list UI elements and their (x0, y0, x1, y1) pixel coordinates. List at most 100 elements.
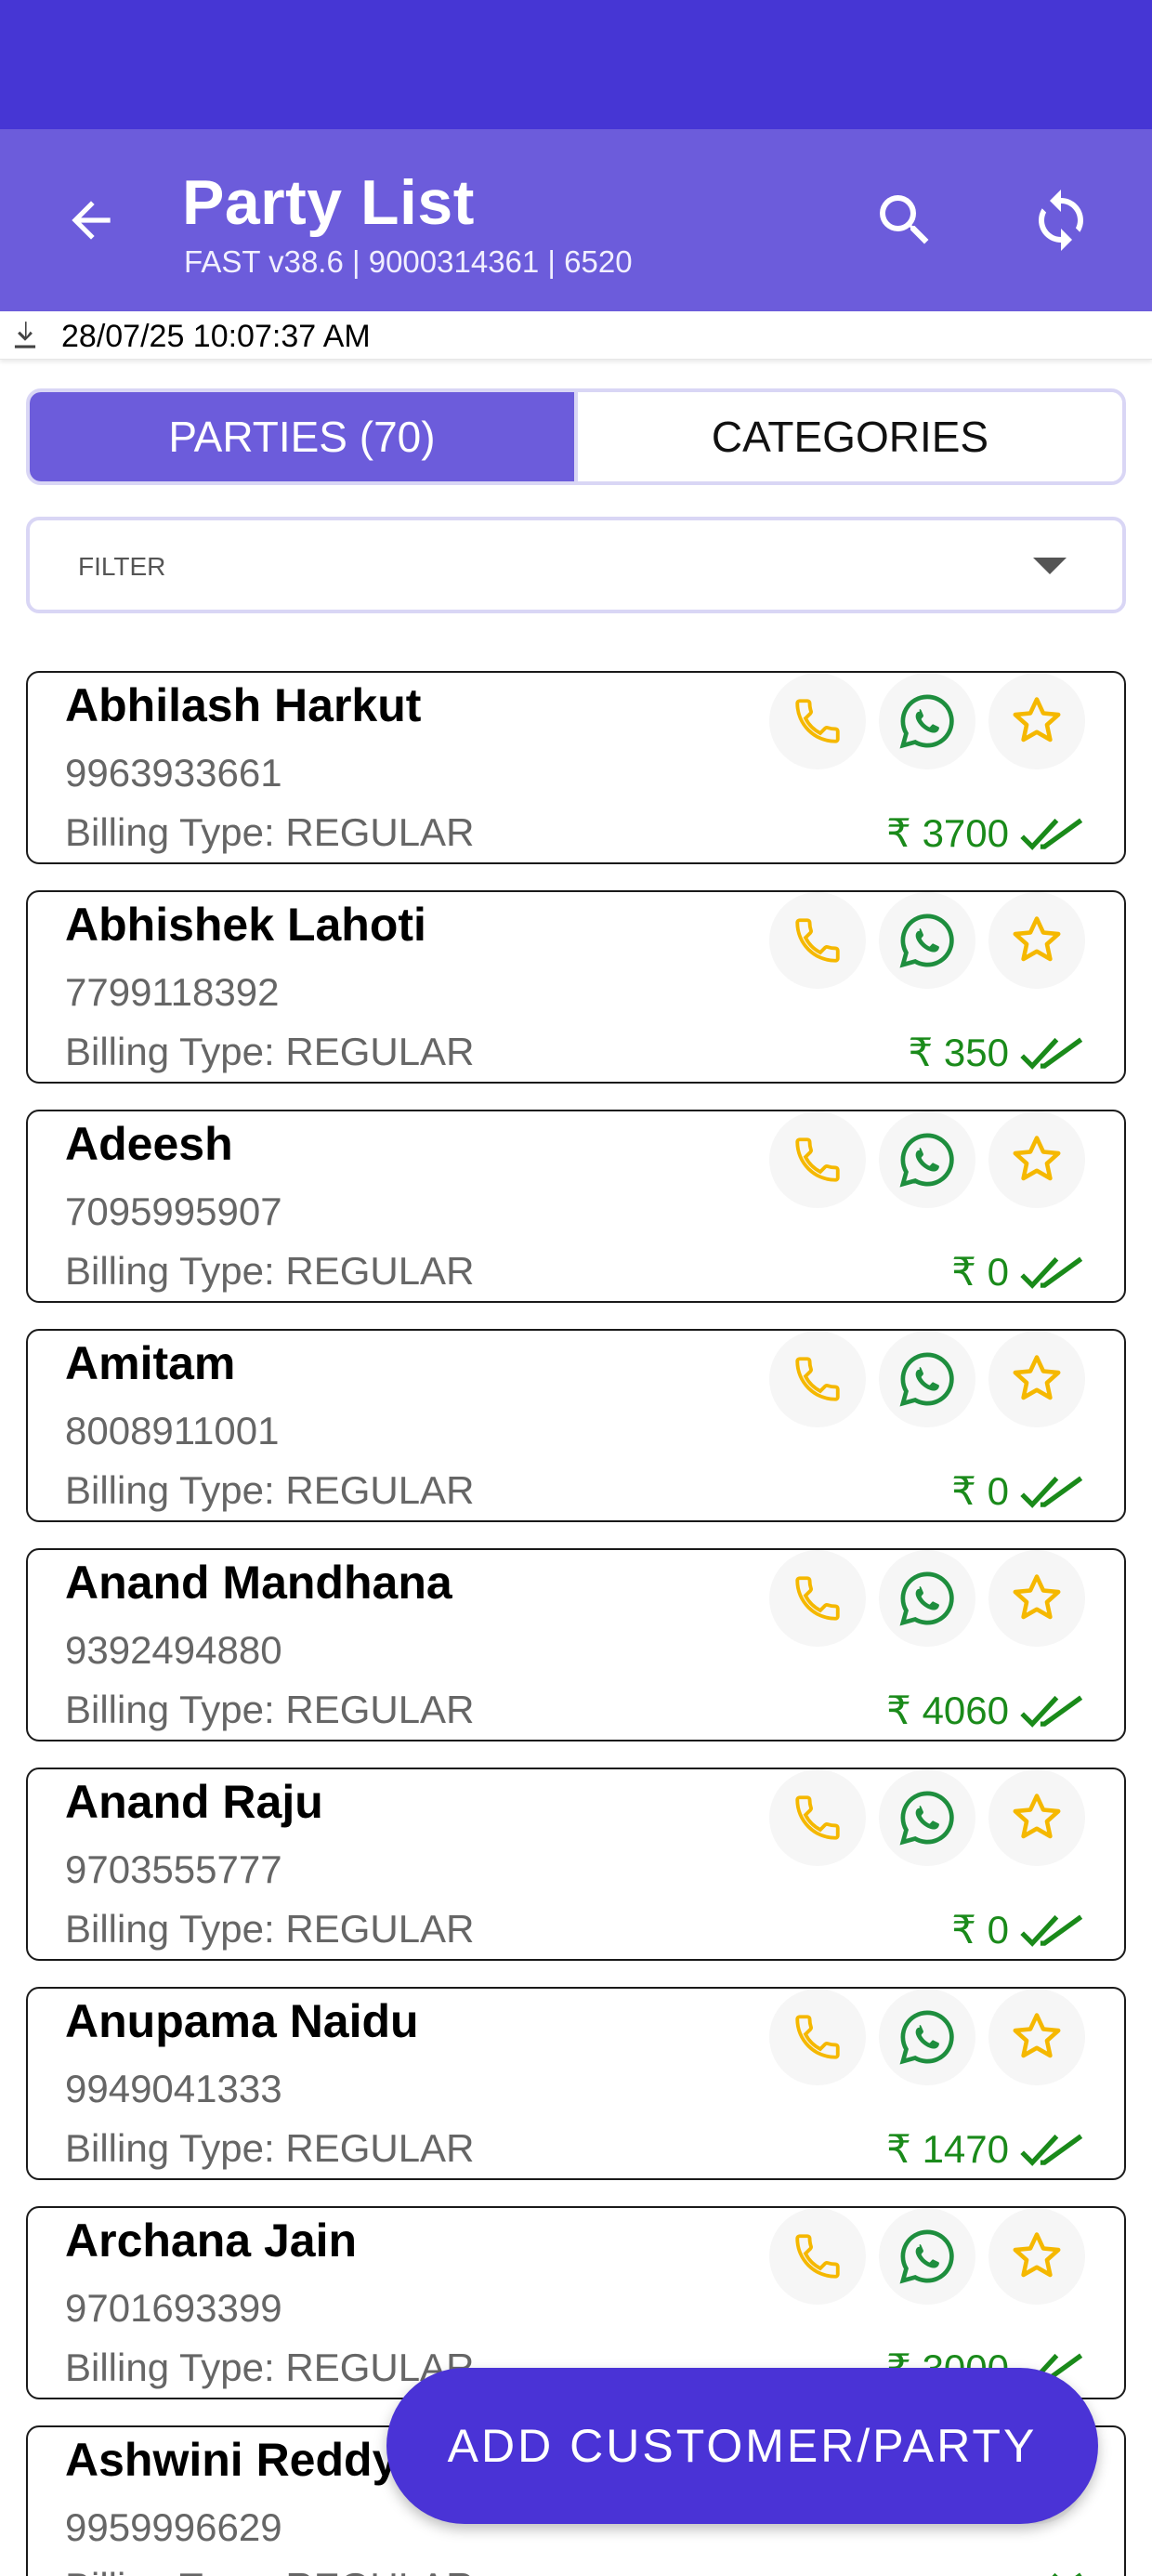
favorite-button[interactable] (988, 1769, 1085, 1866)
status-bar (0, 0, 1152, 129)
back-button[interactable] (52, 181, 130, 259)
double-check-icon (1020, 818, 1083, 850)
party-name: Anand Mandhana (65, 1557, 452, 1609)
download-icon (14, 322, 36, 348)
star-outline-icon (1013, 1136, 1061, 1181)
party-card[interactable]: Anupama Naidu 9949041333 Billing Type: REG… (26, 1987, 1126, 2180)
party-billing-type: Billing Type: REGULAR (65, 1907, 475, 1951)
filter-label: FILTER (78, 552, 166, 581)
party-phone: 9392494880 (65, 1628, 282, 1672)
whatsapp-button[interactable] (879, 673, 975, 769)
call-button[interactable] (769, 1111, 866, 1208)
filter-dropdown[interactable]: FILTER (26, 517, 1126, 613)
party-amount: ₹ 350 (908, 1031, 1009, 1074)
phone-icon (795, 1357, 840, 1401)
double-check-icon (1020, 1256, 1083, 1289)
party-name: Abhilash Harkut (65, 679, 422, 731)
party-card[interactable]: Anand Raju 9703555777 Billing Type: REGULA… (26, 1768, 1126, 1961)
phone-icon (795, 918, 840, 963)
last-sync-timestamp: 28/07/25 10:07:37 AM (61, 319, 371, 354)
page-title: Party List (182, 167, 475, 238)
add-customer-party-button[interactable]: ADD CUSTOMER/PARTY (386, 2368, 1098, 2524)
search-button[interactable] (862, 177, 948, 263)
party-billing-type: Billing Type: REGULAR (65, 1249, 475, 1293)
party-name: Abhishek Lahoti (65, 899, 426, 951)
app-bar: Party List FAST v38.6 | 9000314361 | 652… (0, 129, 1152, 311)
call-button[interactable] (769, 1989, 866, 2085)
call-button[interactable] (769, 1331, 866, 1427)
whatsapp-icon (899, 694, 954, 749)
party-amount: ₹ 0 (951, 1469, 1009, 1513)
party-name: Anand Raju (65, 1776, 323, 1828)
phone-icon (795, 699, 840, 743)
whatsapp-button[interactable] (879, 1769, 975, 1866)
whatsapp-button[interactable] (879, 892, 975, 989)
whatsapp-button[interactable] (879, 2208, 975, 2305)
party-name: Archana Jain (65, 2215, 358, 2267)
double-check-icon (1020, 1037, 1083, 1070)
tab-bar: PARTIES (70) CATEGORIES (26, 388, 1126, 485)
party-phone: 7095995907 (65, 1189, 282, 1233)
whatsapp-icon (899, 1352, 954, 1407)
call-button[interactable] (769, 2208, 866, 2305)
search-icon (880, 195, 929, 244)
party-card[interactable]: Adeesh 7095995907 Billing Type: REGULAR ₹ 0 (26, 1110, 1126, 1303)
favorite-button[interactable] (988, 1331, 1085, 1427)
double-check-icon (1052, 2572, 1082, 2576)
whatsapp-icon (899, 2010, 954, 2065)
whatsapp-button[interactable] (879, 1111, 975, 1208)
arrow-left-icon (72, 201, 111, 240)
star-outline-icon (1013, 916, 1061, 962)
phone-icon (795, 1576, 840, 1621)
whatsapp-button[interactable] (879, 1550, 975, 1647)
whatsapp-button[interactable] (879, 1989, 975, 2085)
favorite-button[interactable] (988, 2208, 1085, 2305)
phone-icon (795, 2015, 840, 2059)
whatsapp-icon (899, 2229, 954, 2284)
party-billing-type: Billing Type: REGULAR (65, 1468, 475, 1512)
call-button[interactable] (769, 1550, 866, 1647)
party-name: Amitam (65, 1337, 236, 1389)
call-button[interactable] (769, 1769, 866, 1866)
double-check-icon (1020, 1695, 1083, 1728)
party-card[interactable]: Abhilash Harkut 9963933661 Billing Type: R… (26, 671, 1126, 864)
tab-categories[interactable]: CATEGORIES (574, 392, 1122, 481)
double-check-icon (1020, 1914, 1083, 1947)
party-phone: 7799118392 (65, 970, 280, 1014)
party-phone: 9949041333 (65, 2067, 282, 2110)
whatsapp-icon (899, 1133, 954, 1188)
party-name: Adeesh (65, 1118, 233, 1170)
party-phone: 9959996629 (65, 2505, 282, 2549)
party-card[interactable]: Anand Mandhana 9392494880 Billing Type: RE… (26, 1548, 1126, 1741)
phone-icon (795, 2234, 840, 2279)
party-phone: 9703555777 (65, 1847, 282, 1891)
whatsapp-button[interactable] (879, 1331, 975, 1427)
party-amount: ₹ 4060 (886, 1689, 1009, 1732)
whatsapp-icon (899, 1791, 954, 1846)
favorite-button[interactable] (988, 673, 1085, 769)
star-outline-icon (1013, 2013, 1061, 2058)
party-card[interactable]: Amitam 8008911001 Billing Type: REGULAR ₹ 0 (26, 1329, 1126, 1522)
star-outline-icon (1013, 1794, 1061, 1839)
call-button[interactable] (769, 673, 866, 769)
whatsapp-icon (899, 913, 954, 968)
call-button[interactable] (769, 892, 866, 989)
star-outline-icon (1013, 1574, 1061, 1620)
star-outline-icon (1013, 1355, 1061, 1400)
party-billing-type: Billing Type: REGULAR (65, 2565, 474, 2576)
favorite-button[interactable] (988, 1550, 1085, 1647)
party-card[interactable]: Abhishek Lahoti 7799118392 Billing Type: R… (26, 890, 1126, 1084)
party-billing-type: Billing Type: REGULAR (65, 2346, 475, 2389)
refresh-button[interactable] (1018, 177, 1104, 263)
star-outline-icon (1013, 697, 1061, 743)
app-subtitle: FAST v38.6 | 9000314361 | 6520 (184, 244, 633, 279)
favorite-button[interactable] (988, 1111, 1085, 1208)
party-billing-type: Billing Type: REGULAR (65, 810, 475, 854)
star-outline-icon (1013, 2232, 1061, 2278)
party-name: Anupama Naidu (65, 1995, 419, 2047)
last-sync-row: 28/07/25 10:07:37 AM (0, 311, 1152, 360)
tab-parties[interactable]: PARTIES (70) (30, 392, 574, 481)
party-phone: 8008911001 (65, 1409, 280, 1452)
favorite-button[interactable] (988, 892, 1085, 989)
favorite-button[interactable] (988, 1989, 1085, 2085)
